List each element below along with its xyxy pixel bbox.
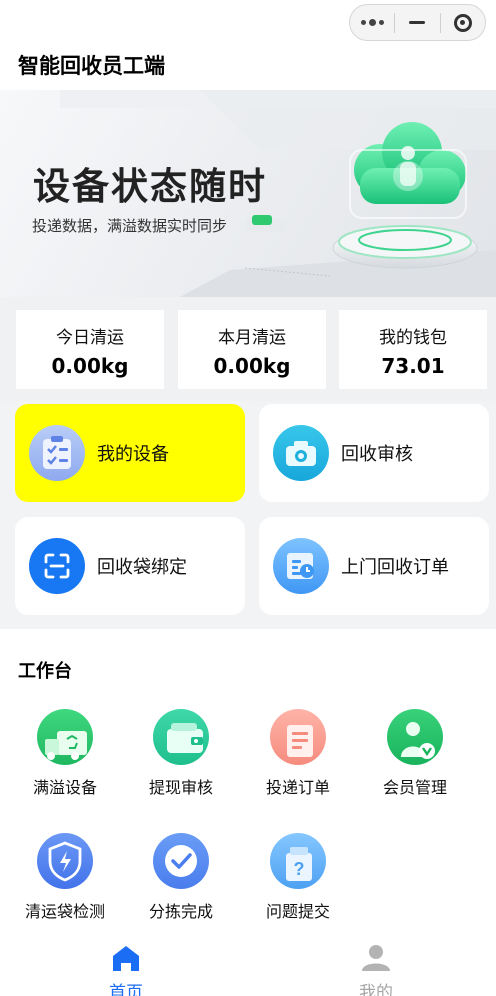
section-title: 工作台 [18, 661, 72, 682]
stat-value: 0.00kg [213, 354, 291, 378]
grid-label: 满溢设备 [32, 778, 97, 797]
stat-label: 我的钱包 [379, 328, 447, 348]
feature-my-devices[interactable]: 我的设备 [15, 404, 245, 502]
svg-text:?: ? [294, 859, 305, 879]
workbench-item-issue-submit[interactable]: ? 问题提交 [243, 833, 353, 922]
document-icon [270, 709, 326, 765]
feature-label: 我的设备 [97, 444, 169, 465]
workbench-item-bag-inspection[interactable]: 清运袋检测 [10, 833, 120, 922]
scan-icon [29, 538, 85, 594]
user-icon [362, 945, 390, 971]
workbench-item-sorting-done[interactable]: 分拣完成 [126, 833, 236, 922]
banner-subtitle: 投递数据，满溢数据实时同步 [32, 217, 228, 235]
wallet-icon [153, 709, 209, 765]
shield-bolt-icon [37, 833, 93, 889]
minimize-icon [409, 21, 426, 24]
home-icon [113, 946, 139, 971]
mini-program-capsule [349, 4, 486, 41]
feature-recycle-review[interactable]: 回收审核 [259, 404, 489, 502]
stat-value: 0.00kg [51, 354, 129, 378]
tab-label: 首页 [109, 983, 143, 996]
feature-label: 回收审核 [341, 444, 413, 465]
workbench-item-delivery-orders[interactable]: 投递订单 [243, 709, 353, 798]
close-button[interactable] [441, 5, 485, 40]
check-icon [153, 833, 209, 889]
grid-label: 问题提交 [265, 902, 330, 921]
member-icon [387, 709, 443, 765]
stat-card-month[interactable]: 本月清运 0.00kg [178, 310, 326, 389]
top-bar: 智能回收员工端 [0, 0, 496, 90]
workbench-item-withdraw-review[interactable]: 提现审核 [126, 709, 236, 798]
camera-icon [273, 425, 329, 481]
workbench-item-overflow-devices[interactable]: 满溢设备 [10, 709, 120, 798]
banner[interactable]: 设备状态随时 投递数据，满溢数据实时同步 [0, 90, 496, 297]
feature-label: 上门回收订单 [341, 557, 449, 578]
question-icon: ? [270, 833, 326, 889]
tab-bar: 首页 我的 [0, 940, 496, 996]
grid-label: 会员管理 [382, 778, 447, 797]
clipboard-icon [29, 425, 85, 481]
feature-label: 回收袋绑定 [97, 557, 187, 578]
workbench-item-member-management[interactable]: 会员管理 [360, 709, 470, 798]
grid-label: 投递订单 [265, 778, 330, 797]
stat-card-wallet[interactable]: 我的钱包 73.01 [339, 310, 487, 389]
minimize-button[interactable] [395, 5, 439, 40]
feature-bag-binding[interactable]: 回收袋绑定 [15, 517, 245, 615]
tab-label: 我的 [359, 983, 393, 996]
more-menu-button[interactable] [350, 5, 394, 40]
feature-door-orders[interactable]: 上门回收订单 [259, 517, 489, 615]
more-dots-icon [360, 19, 384, 26]
stat-card-today[interactable]: 今日清运 0.00kg [16, 310, 164, 389]
recycle-truck-icon [37, 709, 93, 765]
close-target-icon [453, 13, 472, 32]
grid-label: 提现审核 [148, 778, 213, 797]
grid-label: 清运袋检测 [24, 902, 105, 921]
tab-mine[interactable]: 我的 [336, 944, 416, 996]
tab-home[interactable]: 首页 [86, 944, 166, 996]
stat-value: 73.01 [381, 354, 445, 378]
stat-label: 今日清运 [56, 328, 124, 348]
grid-label: 分拣完成 [148, 902, 213, 921]
banner-title: 设备状态随时 [33, 165, 267, 208]
stats-row: 今日清运 0.00kg 本月清运 0.00kg 我的钱包 73.01 [0, 297, 496, 401]
calendar-icon [273, 538, 329, 594]
stat-label: 本月清运 [218, 328, 286, 348]
page-title: 智能回收员工端 [18, 54, 165, 78]
